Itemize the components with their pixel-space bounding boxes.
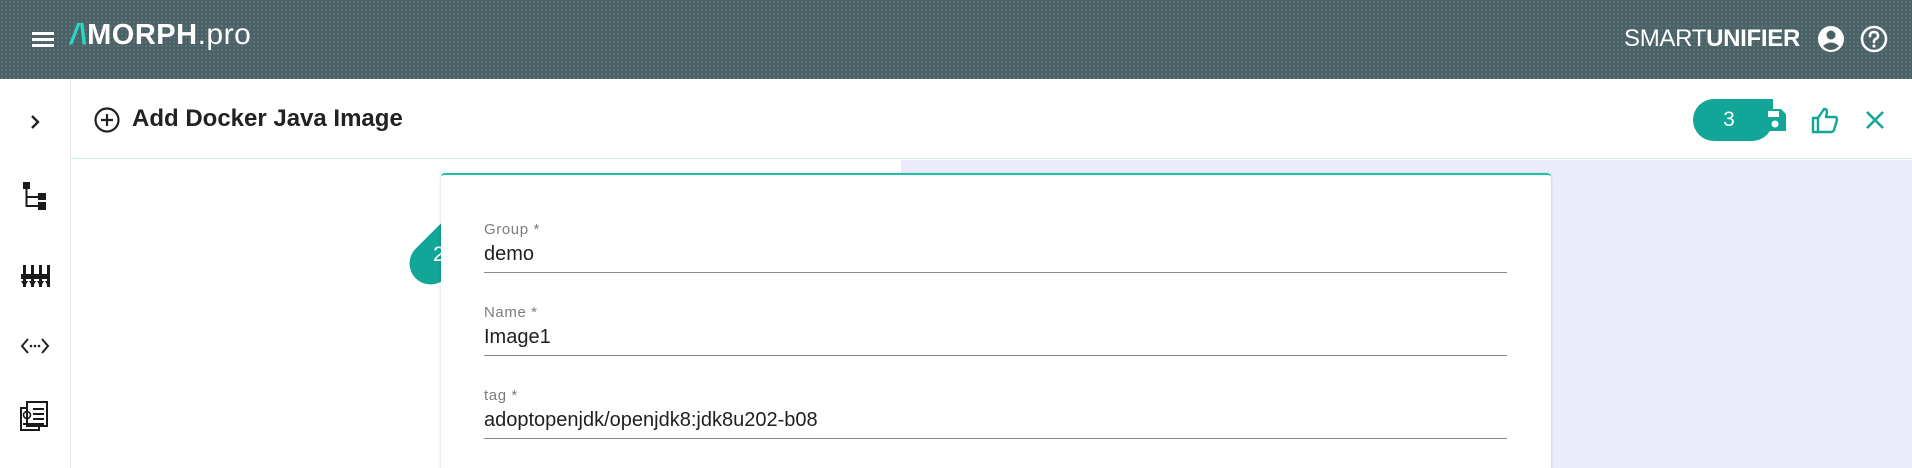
product-name-bold: UNIFIER <box>1706 25 1800 52</box>
page-title: Add Docker Java Image <box>132 105 403 132</box>
logo-sub-text: .pro <box>197 18 252 51</box>
save-icon[interactable] <box>1759 104 1791 136</box>
tag-field-label: tag * <box>484 387 518 404</box>
thumb-up-icon[interactable] <box>1809 104 1841 136</box>
menu-icon[interactable] <box>30 27 58 51</box>
form-card: Group * Name * tag * <box>441 173 1551 468</box>
name-field-label: Name * <box>484 304 538 321</box>
top-app-bar: /\MORPH .pro SMARTUNIFIER <box>0 0 1912 79</box>
product-name-light: SMART <box>1624 25 1707 52</box>
mixer-icon[interactable] <box>18 259 52 293</box>
documents-icon[interactable] <box>18 399 52 433</box>
account-circle-icon[interactable] <box>1816 24 1846 54</box>
product-name: SMARTUNIFIER <box>1624 25 1800 53</box>
add-circle-icon <box>93 106 121 134</box>
step-callout-3-label: 3 <box>1723 108 1735 131</box>
group-field-label: Group * <box>484 221 540 238</box>
tag-input[interactable] <box>484 409 1507 432</box>
name-field[interactable]: Name * <box>484 304 1507 356</box>
name-input[interactable] <box>484 326 1507 349</box>
close-icon[interactable] <box>1859 104 1891 136</box>
left-rail <box>0 79 71 468</box>
tag-field[interactable]: tag * <box>484 387 1507 439</box>
chevron-right-icon[interactable] <box>18 105 52 139</box>
amorph-logo: /\MORPH .pro <box>70 18 252 51</box>
code-arrows-icon[interactable] <box>18 329 52 363</box>
group-field[interactable]: Group * <box>484 221 1507 273</box>
hierarchy-icon[interactable] <box>18 179 52 213</box>
group-input[interactable] <box>484 243 1507 266</box>
page-header: Add Docker Java Image 3 <box>71 79 1912 159</box>
logo-main-text: MORPH <box>87 19 198 51</box>
help-circle-icon[interactable] <box>1859 24 1889 54</box>
